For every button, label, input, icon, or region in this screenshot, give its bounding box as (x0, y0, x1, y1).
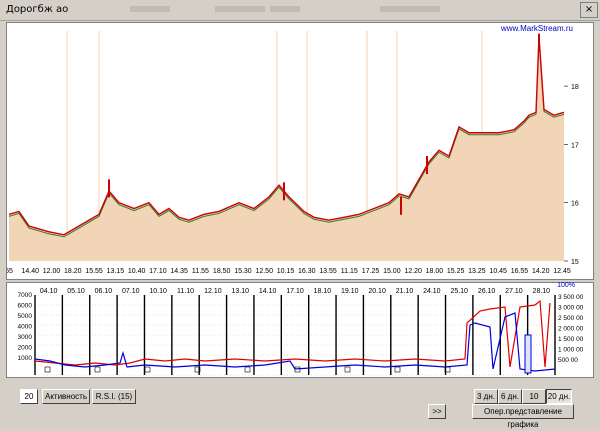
left-tick-label: 3000 (18, 334, 33, 341)
oper-view-button[interactable]: Опер.представление графика (472, 404, 574, 429)
right-tick-label: 1 000 00 (558, 347, 584, 354)
date-tick-label: 05.10 (67, 288, 85, 295)
x-tick-label: 13.15 (107, 268, 125, 275)
date-tick-label: 17.10 (286, 288, 304, 295)
x-tick-label: 15.00 (383, 268, 401, 275)
volume-marker (94, 366, 101, 373)
right-tick-label: 500 00 (558, 357, 578, 364)
close-button[interactable]: × (580, 2, 598, 18)
x-tick-label: 12.20 (404, 268, 422, 275)
x-tick-label: 11.15 (341, 268, 358, 275)
right-tick-label: 3 000 00 (558, 305, 584, 312)
volume-chart-panel: 100% 04.10 05.10 06.10 07.10 10.10 11.10 12.10… (6, 282, 594, 378)
volume-marker (144, 366, 151, 373)
volume-bar (524, 334, 532, 374)
price-area (9, 36, 564, 261)
date-tick-label: 27.10 (505, 288, 523, 295)
y-tick-label: 18 (571, 84, 579, 91)
date-tick-label: 13.10 (231, 288, 249, 295)
date-tick-label: 11.10 (177, 288, 194, 295)
date-tick-label: 19.10 (341, 288, 359, 295)
x-tick-label: 12.50 (255, 268, 273, 275)
date-tick-label: 04.10 (40, 288, 58, 295)
left-tick-label: 7000 (18, 292, 33, 299)
x-tick-label: 12.45 (553, 268, 571, 275)
range-3-days-button[interactable]: 3 дн. (474, 389, 498, 404)
x-tick-label: 16.30 (298, 268, 316, 275)
x-tick-label: 14.40 (22, 268, 40, 275)
blurred-text (215, 6, 265, 12)
right-tick-label: 2 000 00 (558, 326, 584, 333)
date-tick-label: 25.10 (450, 288, 468, 295)
volume-marker (344, 366, 351, 373)
right-tick-label: 2 500 00 (558, 315, 584, 322)
x-tick-label: 12.00 (43, 268, 61, 275)
price-chart: 18 17 16 15 55 14.40 12.00 18.20 15.55 13.15 10.40… (5, 31, 579, 275)
x-tick-label: 15.25 (447, 268, 465, 275)
volume-blue-line (34, 312, 556, 372)
x-tick-label: 55 (7, 268, 13, 275)
x-tick-label: 10.40 (128, 268, 146, 275)
date-tick-label: 28.10 (533, 288, 551, 295)
date-tick-label: 20.10 (368, 288, 386, 295)
date-tick-label: 26.10 (478, 288, 496, 295)
site-watermark[interactable]: www.MarkStream.ru (501, 24, 573, 33)
x-tick-label: 13.55 (319, 268, 337, 275)
left-tick-label: 2000 (18, 345, 33, 352)
x-tick-label: 15.55 (85, 268, 103, 275)
x-tick-label: 10.45 (489, 268, 507, 275)
rsi-button[interactable]: R.S.I. (15) (92, 389, 136, 404)
volume-marker (394, 366, 401, 373)
y-tick-label: 16 (571, 201, 579, 208)
price-chart-panel: www.MarkStream.ru 18 17 16 15 55 14.40 12.00 18… (5, 22, 594, 280)
x-tick-label: 16.55 (511, 268, 529, 275)
left-tick-label: 5000 (18, 313, 33, 320)
date-tick-label: 24.10 (423, 288, 441, 295)
date-tick-label: 12.10 (204, 288, 222, 295)
date-tick-label: 07.10 (122, 288, 140, 295)
x-tick-label: 17.25 (362, 268, 380, 275)
right-tick-label: 3 500 00 (558, 294, 584, 301)
volume-marker (244, 366, 251, 373)
date-tick-label: 06.10 (95, 288, 113, 295)
x-tick-label: 18.20 (64, 268, 82, 275)
scroll-forward-button[interactable]: >> (428, 404, 446, 419)
x-tick-label: 10.15 (277, 268, 295, 275)
x-tick-label: 13.25 (468, 268, 486, 275)
date-tick-label: 10.10 (149, 288, 167, 295)
x-tick-label: 18.00 (426, 268, 444, 275)
blurred-text (380, 6, 440, 12)
y-tick-label: 15 (571, 259, 579, 266)
date-tick-label: 18.10 (314, 288, 332, 295)
y-tick-label: 17 (571, 142, 579, 149)
range-6-days-button[interactable]: 6 дн. (498, 389, 522, 404)
x-tick-label: 15.30 (234, 268, 252, 275)
left-tick-label: 4000 (18, 324, 33, 331)
volume-chart: 04.10 05.10 06.10 07.10 10.10 11.10 12.10 13.10… (18, 288, 584, 376)
left-tick-label: 1000 (18, 355, 33, 362)
date-tick-label: 21.10 (396, 288, 414, 295)
range-10-days-button[interactable]: 10 дн. (522, 389, 546, 414)
x-tick-label: 14.20 (532, 268, 550, 275)
window-title: Дорогбж ао (6, 4, 69, 15)
period-input[interactable]: 20 (20, 389, 38, 404)
right-tick-label: 1 500 00 (558, 336, 584, 343)
x-tick-label: 14.35 (170, 268, 188, 275)
date-tick-label: 14.10 (259, 288, 277, 295)
x-tick-label: 18.50 (213, 268, 231, 275)
x-tick-label: 17.10 (149, 268, 167, 275)
title-bar: Дорогбж ао × (0, 0, 600, 21)
volume-marker (44, 366, 51, 373)
blurred-text (270, 6, 300, 12)
percent-label: 100% (557, 282, 575, 289)
activity-button[interactable]: Активность (42, 389, 90, 404)
blurred-text (130, 6, 170, 12)
range-20-days-button[interactable]: 20 дн. (546, 389, 572, 404)
x-tick-label: 11.55 (192, 268, 209, 275)
left-tick-label: 6000 (18, 303, 33, 310)
